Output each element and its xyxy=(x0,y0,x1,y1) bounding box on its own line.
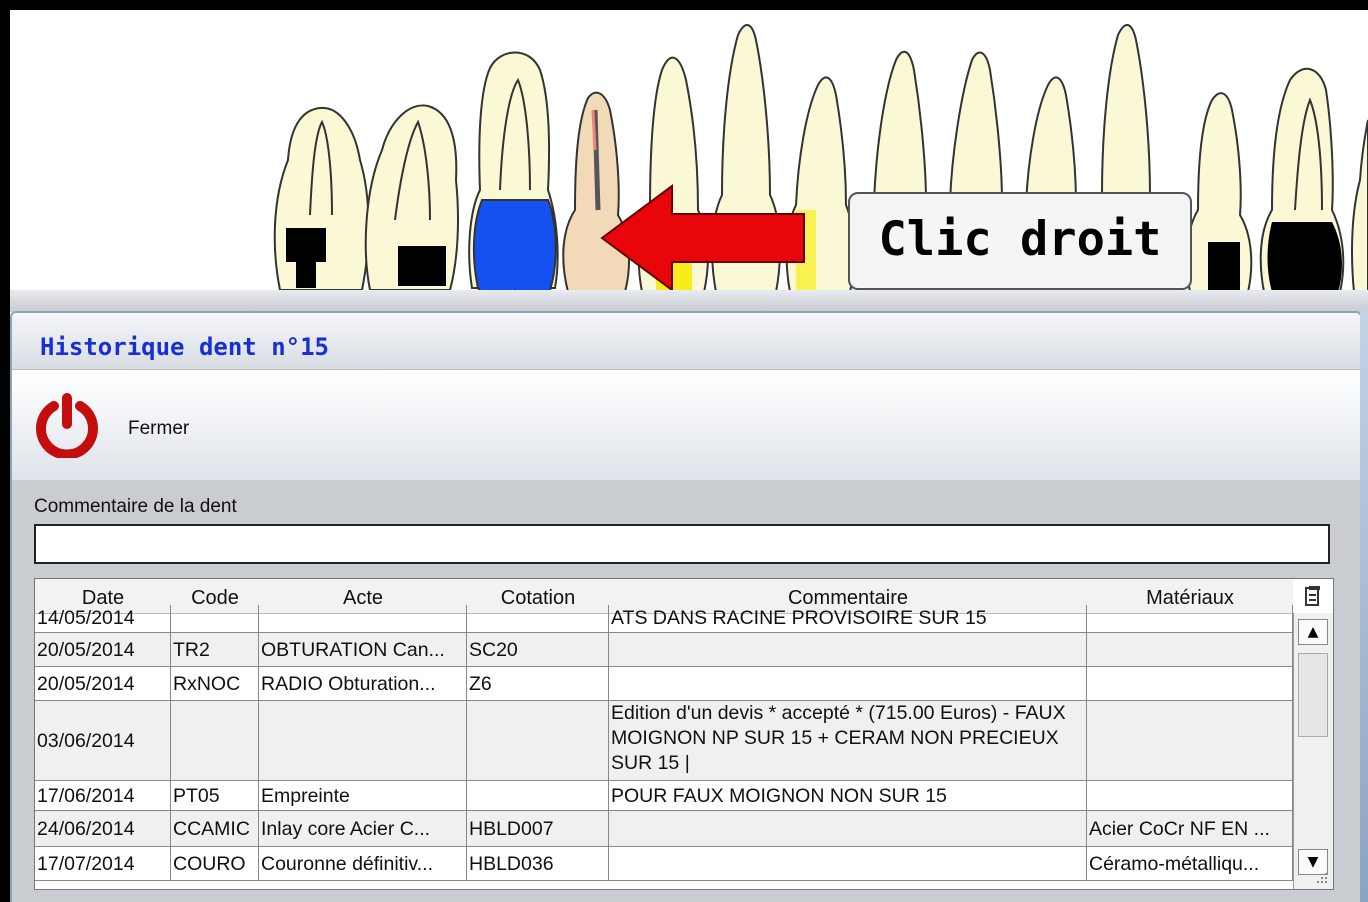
cell-cotation: SC20 xyxy=(467,633,609,666)
table-row[interactable]: 14/05/2014 ATS DANS RACINE PROVISOIRE SU… xyxy=(35,605,1293,633)
cell-commentaire xyxy=(609,811,1087,846)
background-window-edge xyxy=(1360,311,1368,902)
cell-cotation xyxy=(467,781,609,810)
cell-code: PT05 xyxy=(171,781,259,810)
cell-date: 20/05/2014 xyxy=(35,667,171,700)
cell-materiaux: Céramo-métalliqu... xyxy=(1087,847,1293,880)
cell-date: 17/06/2014 xyxy=(35,781,171,810)
power-icon[interactable] xyxy=(34,392,100,458)
cell-commentaire: Edition d'un devis * accepté * (715.00 E… xyxy=(609,701,1087,780)
close-button[interactable]: Fermer xyxy=(128,418,189,440)
table-row[interactable]: 20/05/2014 RxNOC RADIO Obturation... Z6 xyxy=(35,667,1293,701)
resize-grip-icon[interactable] xyxy=(1315,871,1329,885)
dialog-toolbar: Fermer xyxy=(12,370,1360,480)
cell-commentaire xyxy=(609,667,1087,700)
history-dialog: Historique dent n°15 Fermer Commentaire … xyxy=(10,311,1362,902)
table-row[interactable]: 17/07/2014 COURO Couronne définitiv... H… xyxy=(35,847,1293,881)
vertical-scrollbar[interactable]: ▲ ▼ xyxy=(1293,613,1333,889)
scroll-up-icon[interactable]: ▲ xyxy=(1298,619,1328,645)
cell-commentaire xyxy=(609,847,1087,880)
cell-date: 14/05/2014 xyxy=(35,605,171,632)
column-chooser-icon[interactable] xyxy=(1305,585,1321,607)
cell-code: CCAMIC xyxy=(171,811,259,846)
cell-cotation: Z6 xyxy=(467,667,609,700)
cell-cotation xyxy=(467,605,609,632)
cell-cotation xyxy=(467,701,609,780)
chart-border xyxy=(10,290,1368,312)
cell-acte: Inlay core Acier C... xyxy=(259,811,467,846)
tooth-comment-input[interactable] xyxy=(34,524,1330,564)
cell-commentaire xyxy=(609,633,1087,666)
table-row[interactable]: 20/05/2014 TR2 OBTURATION Can... SC20 xyxy=(35,633,1293,667)
cell-date: 17/07/2014 xyxy=(35,847,171,880)
cell-code xyxy=(171,605,259,632)
screen: Clic droit Historique dent n°15 Fermer C… xyxy=(10,10,1368,902)
scroll-thumb[interactable] xyxy=(1298,653,1328,737)
dialog-titlebar[interactable]: Historique dent n°15 xyxy=(12,313,1360,370)
cell-commentaire: ATS DANS RACINE PROVISOIRE SUR 15 xyxy=(609,605,1087,632)
cell-date: 03/06/2014 xyxy=(35,701,171,780)
right-click-callout: Clic droit xyxy=(848,192,1192,290)
cell-materiaux xyxy=(1087,633,1293,666)
cell-commentaire: POUR FAUX MOIGNON NON SUR 15 xyxy=(609,781,1087,810)
cell-cotation: HBLD007 xyxy=(467,811,609,846)
cell-code: RxNOC xyxy=(171,667,259,700)
cell-materiaux xyxy=(1087,701,1293,780)
table-row[interactable]: 17/06/2014 PT05 Empreinte POUR FAUX MOIG… xyxy=(35,781,1293,811)
cell-code: TR2 xyxy=(171,633,259,666)
cell-materiaux xyxy=(1087,781,1293,810)
history-table: Date Code Acte Cotation Commentaire Maté… xyxy=(34,578,1334,890)
cell-acte: Empreinte xyxy=(259,781,467,810)
cell-code xyxy=(171,701,259,780)
comment-label: Commentaire de la dent xyxy=(34,496,237,517)
cell-materiaux xyxy=(1087,667,1293,700)
cell-acte: OBTURATION Can... xyxy=(259,633,467,666)
cell-acte xyxy=(259,701,467,780)
cell-materiaux: Acier CoCr NF EN ... xyxy=(1087,811,1293,846)
cell-date: 24/06/2014 xyxy=(35,811,171,846)
dialog-title: Historique dent n°15 xyxy=(40,333,329,361)
cell-acte xyxy=(259,605,467,632)
cell-materiaux xyxy=(1087,605,1293,632)
cell-acte: Couronne définitiv... xyxy=(259,847,467,880)
cell-date: 20/05/2014 xyxy=(35,633,171,666)
table-row[interactable]: 03/06/2014 Edition d'un devis * accepté … xyxy=(35,701,1293,781)
cell-cotation: HBLD036 xyxy=(467,847,609,880)
table-row[interactable]: 24/06/2014 CCAMIC Inlay core Acier C... … xyxy=(35,811,1293,847)
cell-acte: RADIO Obturation... xyxy=(259,667,467,700)
cell-code: COURO xyxy=(171,847,259,880)
